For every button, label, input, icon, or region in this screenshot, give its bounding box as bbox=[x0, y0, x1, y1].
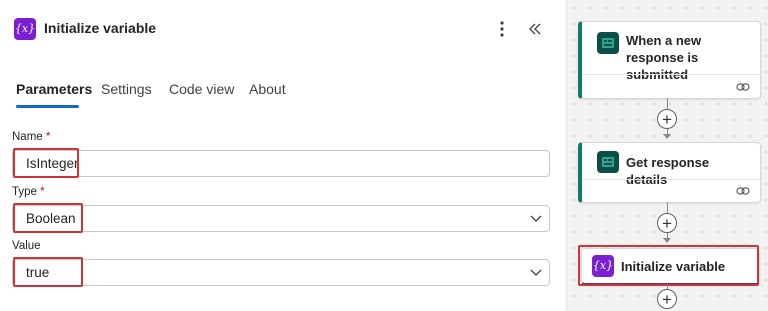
panel-header: {x} Initialize variable bbox=[14, 18, 550, 42]
value-highlight-box bbox=[13, 257, 83, 287]
required-mark: * bbox=[45, 131, 51, 143]
card-footer bbox=[582, 74, 760, 98]
tab-list: Parameters Settings Code view About bbox=[14, 81, 304, 111]
variable-icon: {x} bbox=[14, 18, 36, 40]
type-label: Type * bbox=[12, 186, 45, 198]
required-mark: * bbox=[40, 186, 45, 198]
forms-icon bbox=[597, 151, 619, 173]
name-label-text: Name bbox=[12, 131, 43, 143]
link-icon[interactable] bbox=[736, 186, 750, 196]
action-details-panel: {x} Initialize variable Parameters Setti… bbox=[0, 0, 566, 311]
flow-step-get-response[interactable]: Get response details bbox=[578, 142, 761, 203]
active-tab-indicator bbox=[16, 105, 79, 108]
tab-parameters[interactable]: Parameters bbox=[16, 81, 92, 97]
collapse-double-chevron-icon[interactable] bbox=[526, 18, 544, 40]
panel-divider bbox=[566, 0, 567, 311]
selected-step-highlight-box bbox=[578, 245, 759, 286]
more-vertical-icon[interactable] bbox=[494, 18, 510, 40]
chevron-down-icon bbox=[530, 269, 542, 276]
tab-about[interactable]: About bbox=[249, 81, 286, 97]
add-step-button[interactable]: + bbox=[657, 289, 677, 309]
type-highlight-box bbox=[13, 203, 83, 233]
name-highlight-box bbox=[13, 148, 79, 178]
tab-code-view[interactable]: Code view bbox=[169, 81, 234, 97]
type-label-text: Type bbox=[12, 186, 37, 198]
value-dropdown[interactable]: true bbox=[12, 259, 550, 286]
name-label: Name * bbox=[12, 131, 50, 143]
add-step-button[interactable]: + bbox=[657, 109, 677, 129]
value-label: Value bbox=[12, 240, 41, 252]
panel-title[interactable]: Initialize variable bbox=[44, 20, 156, 36]
card-footer bbox=[582, 179, 760, 202]
forms-icon bbox=[597, 32, 619, 54]
flow-step-trigger[interactable]: When a new response is submitted bbox=[578, 21, 761, 99]
type-dropdown[interactable]: Boolean bbox=[12, 205, 550, 232]
add-step-button[interactable]: + bbox=[657, 213, 677, 233]
arrow-down-icon bbox=[663, 134, 671, 139]
arrow-down-icon bbox=[663, 238, 671, 243]
tab-settings[interactable]: Settings bbox=[101, 81, 152, 97]
link-icon[interactable] bbox=[736, 82, 750, 92]
name-field[interactable]: IsInteger bbox=[12, 150, 550, 177]
chevron-down-icon bbox=[530, 215, 542, 222]
